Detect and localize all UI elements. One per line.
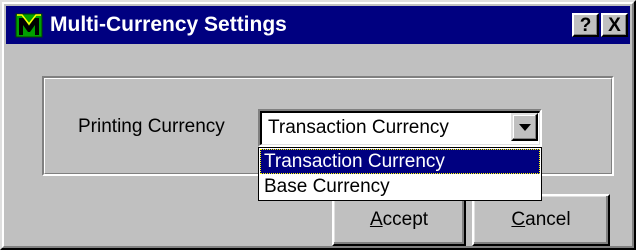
cancel-button[interactable]: Cancel [472, 194, 610, 246]
help-button[interactable]: ? [572, 13, 599, 37]
chevron-down-icon [519, 124, 531, 131]
cancel-button-label: Cancel [511, 209, 570, 231]
cancel-mnemonic: C [511, 209, 526, 230]
cancel-label-rest: ancel [525, 209, 571, 230]
multi-currency-settings-dialog: Multi-Currency Settings ? X Printing Cur… [0, 0, 636, 250]
title-bar[interactable]: Multi-Currency Settings ? X [6, 6, 630, 44]
dialog-title: Multi-Currency Settings [50, 13, 287, 36]
close-icon: X [608, 14, 621, 36]
accept-button-label: Accept [370, 209, 428, 231]
accept-label-rest: ccept [382, 209, 429, 230]
accept-button[interactable]: Accept [332, 194, 466, 246]
help-icon: ? [579, 14, 592, 36]
printing-currency-label: Printing Currency [78, 116, 225, 137]
close-button[interactable]: X [601, 13, 628, 37]
printing-currency-dropdown-list[interactable]: Transaction Currency Base Currency [258, 147, 542, 201]
accept-mnemonic: A [369, 209, 383, 230]
dropdown-option-transaction-currency[interactable]: Transaction Currency [260, 149, 540, 174]
printing-currency-select[interactable]: Transaction Currency [258, 109, 542, 147]
printing-currency-value: Transaction Currency [268, 117, 449, 138]
mc-logo-icon [14, 11, 44, 39]
dropdown-option-base-currency[interactable]: Base Currency [260, 174, 540, 199]
dropdown-toggle-button[interactable] [511, 113, 538, 141]
